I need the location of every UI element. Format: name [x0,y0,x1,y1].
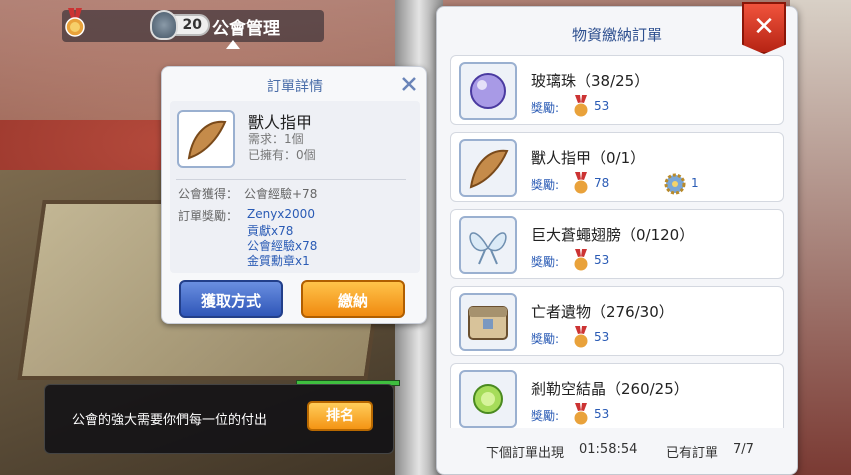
extra-count: 1 [691,176,699,190]
reward-item: Zenyx2000 [247,207,315,221]
reward-label: 訂單獎勵： [178,209,239,223]
medal-count: 53 [594,253,610,267]
reward-label: 獎勵: [531,178,560,192]
next-order-timer: 01:58:54 [579,442,638,457]
medal-count: 78 [594,176,610,190]
close-button[interactable]: ✕ [742,2,786,54]
orders-list[interactable]: 玻璃珠（38/25） 獎勵: 53 獸人指甲（0/1） 獎勵: 78 1 巨大蒼… [445,50,790,428]
order-name: 亡者遺物（276/30） [531,303,674,321]
reward-label: 獎勵: [531,332,560,346]
medal-icon [573,326,589,349]
medal-icon[interactable] [64,8,86,38]
medal-icon [573,95,589,118]
glass-bead-icon [459,62,517,120]
order-name: 剎勒空結晶（260/25） [531,380,689,398]
reward-label: 獎勵: [531,409,560,423]
close-icon: ✕ [753,12,775,42]
medal-icon [573,403,589,426]
close-icon[interactable] [400,75,418,93]
current-orders-label: 已有訂單 [666,446,719,461]
medal-icon [573,249,589,272]
guild-emblem-icon[interactable] [150,10,178,40]
reward-label: 獎勵: [531,101,560,115]
gear-gem-icon [664,173,686,195]
banner-text: 公會的強大需要你們每一位的付出 [72,413,268,428]
green-crystal-icon [459,370,517,428]
detail-required: 需求：1個 [248,132,304,146]
reward-label: 獎勵: [531,255,560,269]
order-row[interactable]: 獸人指甲（0/1） 獎勵: 78 1 [450,132,784,202]
order-row[interactable]: 巨大蒼蠅翅膀（0/120） 獎勵: 53 [450,209,784,279]
medal-count: 53 [594,99,610,113]
divider [176,179,406,180]
detail-title: 訂單詳情 [267,79,323,95]
medal-icon [573,172,589,195]
reward-item: 金質勳章x1 [247,254,310,268]
medal-count: 53 [594,330,610,344]
order-row[interactable]: 玻璃珠（38/25） 獎勵: 53 [450,55,784,125]
order-name: 巨大蒼蠅翅膀（0/120） [531,226,695,244]
bubble-pointer [226,40,240,49]
order-row[interactable]: 亡者遺物（276/30） 獎勵: 53 [450,286,784,356]
order-row[interactable]: 剎勒空結晶（260/25） 獎勵: 53 [450,363,784,428]
medal-count: 53 [594,407,610,421]
fly-wing-icon [459,216,517,274]
orc-claw-icon [459,139,517,197]
guild-level: 20 [182,17,202,33]
guild-management-title[interactable]: 公會管理 [212,14,280,39]
detail-owned: 已擁有：0個 [248,148,316,162]
treasure-chest-icon [459,293,517,351]
gain-label: 公會獲得： [178,187,239,201]
rank-button[interactable]: 排名 [307,401,373,431]
gain-value: 公會經驗+78 [244,187,318,201]
orc-claw-icon [177,110,235,168]
current-orders-count: 7/7 [733,442,754,457]
background-right [790,0,851,475]
submit-button[interactable]: 繳納 [301,280,405,318]
order-name: 獸人指甲（0/1） [531,149,646,167]
next-order-label: 下個訂單出現 [486,446,565,461]
obtain-method-button[interactable]: 獲取方式 [179,280,283,318]
order-name: 玻璃珠（38/25） [531,72,650,90]
